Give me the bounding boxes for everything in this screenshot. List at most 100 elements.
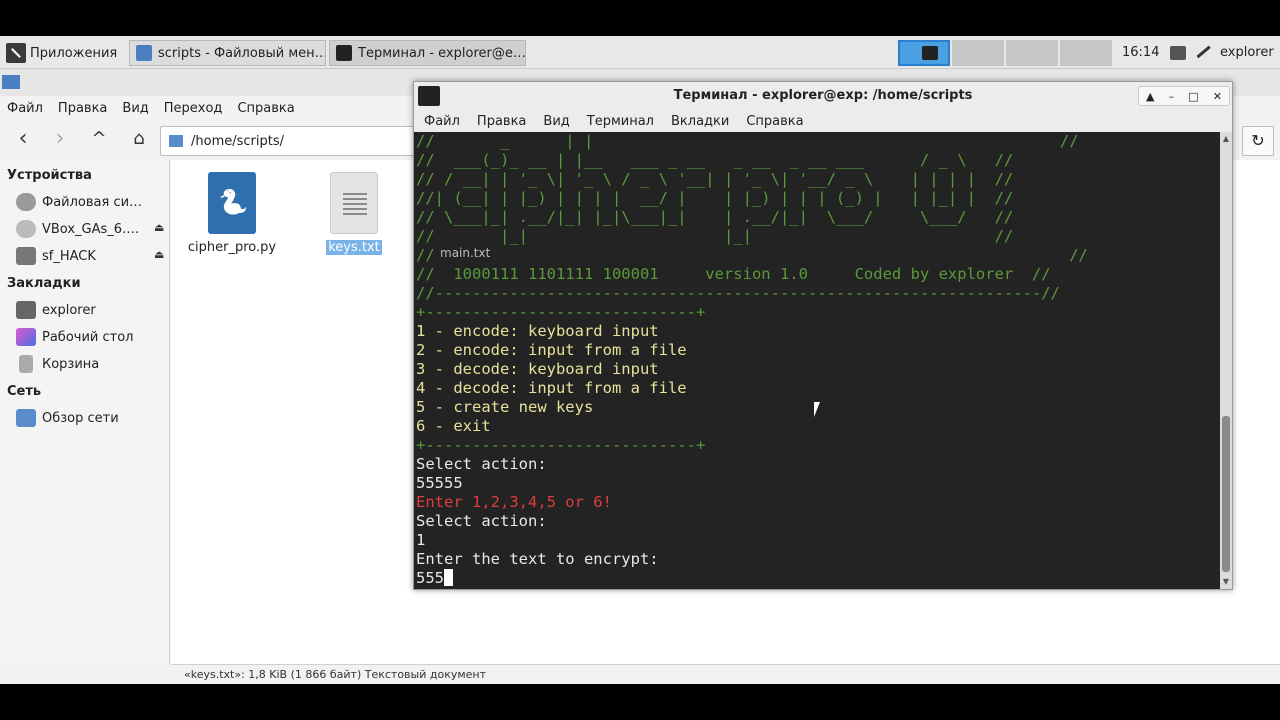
back-icon[interactable]: ‹ — [10, 128, 36, 152]
pin-icon[interactable]: ▲ — [1146, 90, 1154, 103]
sidebar-item-label: VBox_GAs_6.… — [42, 221, 140, 237]
terminal-menubar: Файл Правка Вид Терминал Вкладки Справка — [414, 110, 1232, 132]
menu-help[interactable]: Справка — [736, 114, 810, 129]
menu-border: +-----------------------------+ — [416, 303, 706, 321]
cdrom-icon — [16, 220, 36, 238]
minimize-icon[interactable]: – — [1169, 90, 1175, 103]
prompt-line: Select action: — [416, 512, 547, 530]
sidebar-item-home[interactable]: explorer — [16, 300, 166, 320]
sidebar-item-label: Файловая си… — [42, 194, 143, 210]
sidebar: Устройства Файловая си… VBox_GAs_6.… ⏏ s… — [0, 160, 170, 664]
reload-icon[interactable]: ↻ — [1242, 126, 1274, 156]
workspace-2[interactable] — [952, 40, 1004, 66]
up-icon[interactable]: ^ — [86, 128, 112, 152]
menu-option: 2 - encode: input from a file — [416, 341, 687, 359]
file-item-selected[interactable]: keys.txt — [309, 172, 399, 255]
sidebar-item-browse-network[interactable]: Обзор сети — [16, 408, 166, 428]
eject-icon[interactable]: ⏏ — [154, 248, 164, 261]
sidebar-item-vbox[interactable]: VBox_GAs_6.… — [16, 219, 166, 239]
menu-option: 1 - encode: keyboard input — [416, 322, 659, 340]
folder-icon — [2, 75, 20, 89]
workspace-4[interactable] — [1060, 40, 1112, 66]
sidebar-item-filesystem[interactable]: Файловая си… — [16, 192, 166, 212]
sidebar-item-trash[interactable]: Корзина — [16, 354, 166, 374]
terminal-title: Терминал - explorer@exp: /home/scripts — [673, 88, 973, 103]
text-file-icon — [330, 172, 378, 234]
menu-terminal[interactable]: Терминал — [577, 114, 661, 129]
banner-version-line: // 1000111 1101111 100001 version 1.0 Co… — [416, 265, 1051, 283]
python-file-icon — [208, 172, 256, 234]
terminal-screen[interactable]: main.txt // _ | | // // ___(_)_ __ | |__… — [414, 132, 1220, 589]
taskbar-item-label: Терминал - explorer@e… — [358, 45, 526, 61]
input-line: 1 — [416, 531, 426, 549]
folder-icon — [136, 45, 152, 61]
applications-menu-button[interactable]: Приложения — [2, 40, 121, 66]
menu-edit[interactable]: Правка — [51, 101, 115, 116]
folder-icon — [169, 135, 183, 147]
sidebar-header-bookmarks: Закладки — [7, 276, 81, 291]
banner-line: //| (__| | |_) | | | | __/ | | |_) | | |… — [416, 189, 1014, 207]
banner-line: // // — [416, 246, 1088, 264]
forward-icon[interactable]: › — [47, 128, 73, 152]
eject-icon[interactable]: ⏏ — [154, 221, 164, 234]
input-line: 55555 — [416, 474, 463, 492]
menu-help[interactable]: Справка — [230, 101, 302, 116]
home-icon — [16, 301, 36, 319]
workspace-1[interactable] — [898, 40, 950, 66]
sidebar-item-label: explorer — [42, 302, 96, 318]
menu-view[interactable]: Вид — [533, 114, 576, 129]
terminal-scrollbar[interactable]: ▲ ▼ — [1220, 132, 1232, 589]
terminal-titlebar[interactable]: Терминал - explorer@exp: /home/scripts ▲… — [414, 82, 1232, 110]
banner-line: // ___(_)_ __ | |__ ___ _ __ _ __ _ __ _… — [416, 151, 1014, 169]
sidebar-item-sf-hack[interactable]: sf_HACK — [16, 246, 166, 266]
home-icon[interactable]: ⌂ — [126, 128, 152, 152]
sidebar-item-label: Рабочий стол — [42, 329, 134, 345]
file-item[interactable]: cipher_pro.py — [187, 172, 277, 255]
workspace-3[interactable] — [1006, 40, 1058, 66]
close-icon[interactable]: ✕ — [1213, 90, 1222, 103]
user-menu[interactable]: explorer — [1220, 45, 1274, 60]
location-path: /home/scripts/ — [191, 133, 284, 149]
sidebar-item-label: Обзор сети — [42, 410, 119, 426]
banner-line: //--------------------------------------… — [416, 284, 1060, 302]
scroll-up-icon[interactable]: ▲ — [1220, 134, 1232, 143]
taskbar-item-file-manager[interactable]: scripts - Файловый мен… — [129, 40, 326, 66]
menu-option: 3 - decode: keyboard input — [416, 360, 659, 378]
terminal-window[interactable]: Терминал - explorer@exp: /home/scripts ▲… — [413, 81, 1233, 590]
sidebar-item-label: Корзина — [42, 356, 100, 372]
network-icon[interactable] — [1170, 46, 1186, 60]
menu-option: 4 - decode: input from a file — [416, 379, 687, 397]
banner-line: // / __| | '_ \| '_ \ / _ \ '__| | '_ \|… — [416, 170, 1014, 188]
file-name: keys.txt — [326, 240, 382, 255]
taskbar-item-terminal[interactable]: Терминал - explorer@e… — [329, 40, 526, 66]
menu-file[interactable]: Файл — [0, 101, 51, 116]
maximize-icon[interactable]: □ — [1188, 90, 1198, 103]
current-input-line[interactable]: 555 — [414, 569, 1088, 588]
clock[interactable]: 16:14 — [1122, 45, 1159, 60]
location-bar[interactable]: /home/scripts/ — [160, 126, 420, 156]
banner-line: // |_| |_| // — [416, 227, 1014, 245]
applications-label: Приложения — [30, 45, 118, 61]
sidebar-item-desktop[interactable]: Рабочий стол — [16, 327, 166, 347]
network-icon — [16, 409, 36, 427]
menu-view[interactable]: Вид — [115, 101, 156, 116]
file-manager-menubar: Файл Правка Вид Переход Справка — [0, 96, 303, 120]
sidebar-item-label: sf_HACK — [42, 248, 96, 264]
menu-option: 5 - create new keys — [416, 398, 594, 416]
banner: // _ | | // // ___(_)_ __ | |__ ___ _ __… — [414, 132, 1088, 588]
desktop-icon — [16, 328, 36, 346]
sidebar-header-network: Сеть — [7, 384, 42, 399]
menu-go[interactable]: Переход — [157, 101, 231, 116]
sidebar-header-devices: Устройства — [7, 168, 92, 183]
scroll-down-icon[interactable]: ▼ — [1220, 577, 1232, 586]
menu-edit[interactable]: Правка — [467, 114, 533, 129]
error-line: Enter 1,2,3,4,5 or 6! — [416, 493, 612, 511]
taskbar-item-label: scripts - Файловый мен… — [158, 45, 326, 61]
pen-icon[interactable] — [1193, 41, 1211, 59]
banner-line: // \___|_| .__/|_| |_|\___|_| | .__/|_| … — [416, 208, 1014, 226]
top-panel: Приложения scripts - Файловый мен… Терми… — [0, 36, 1280, 69]
menu-tabs[interactable]: Вкладки — [661, 114, 736, 129]
scrollbar-thumb[interactable] — [1222, 416, 1230, 572]
current-input: 555 — [416, 569, 444, 587]
menu-file[interactable]: Файл — [414, 114, 467, 129]
